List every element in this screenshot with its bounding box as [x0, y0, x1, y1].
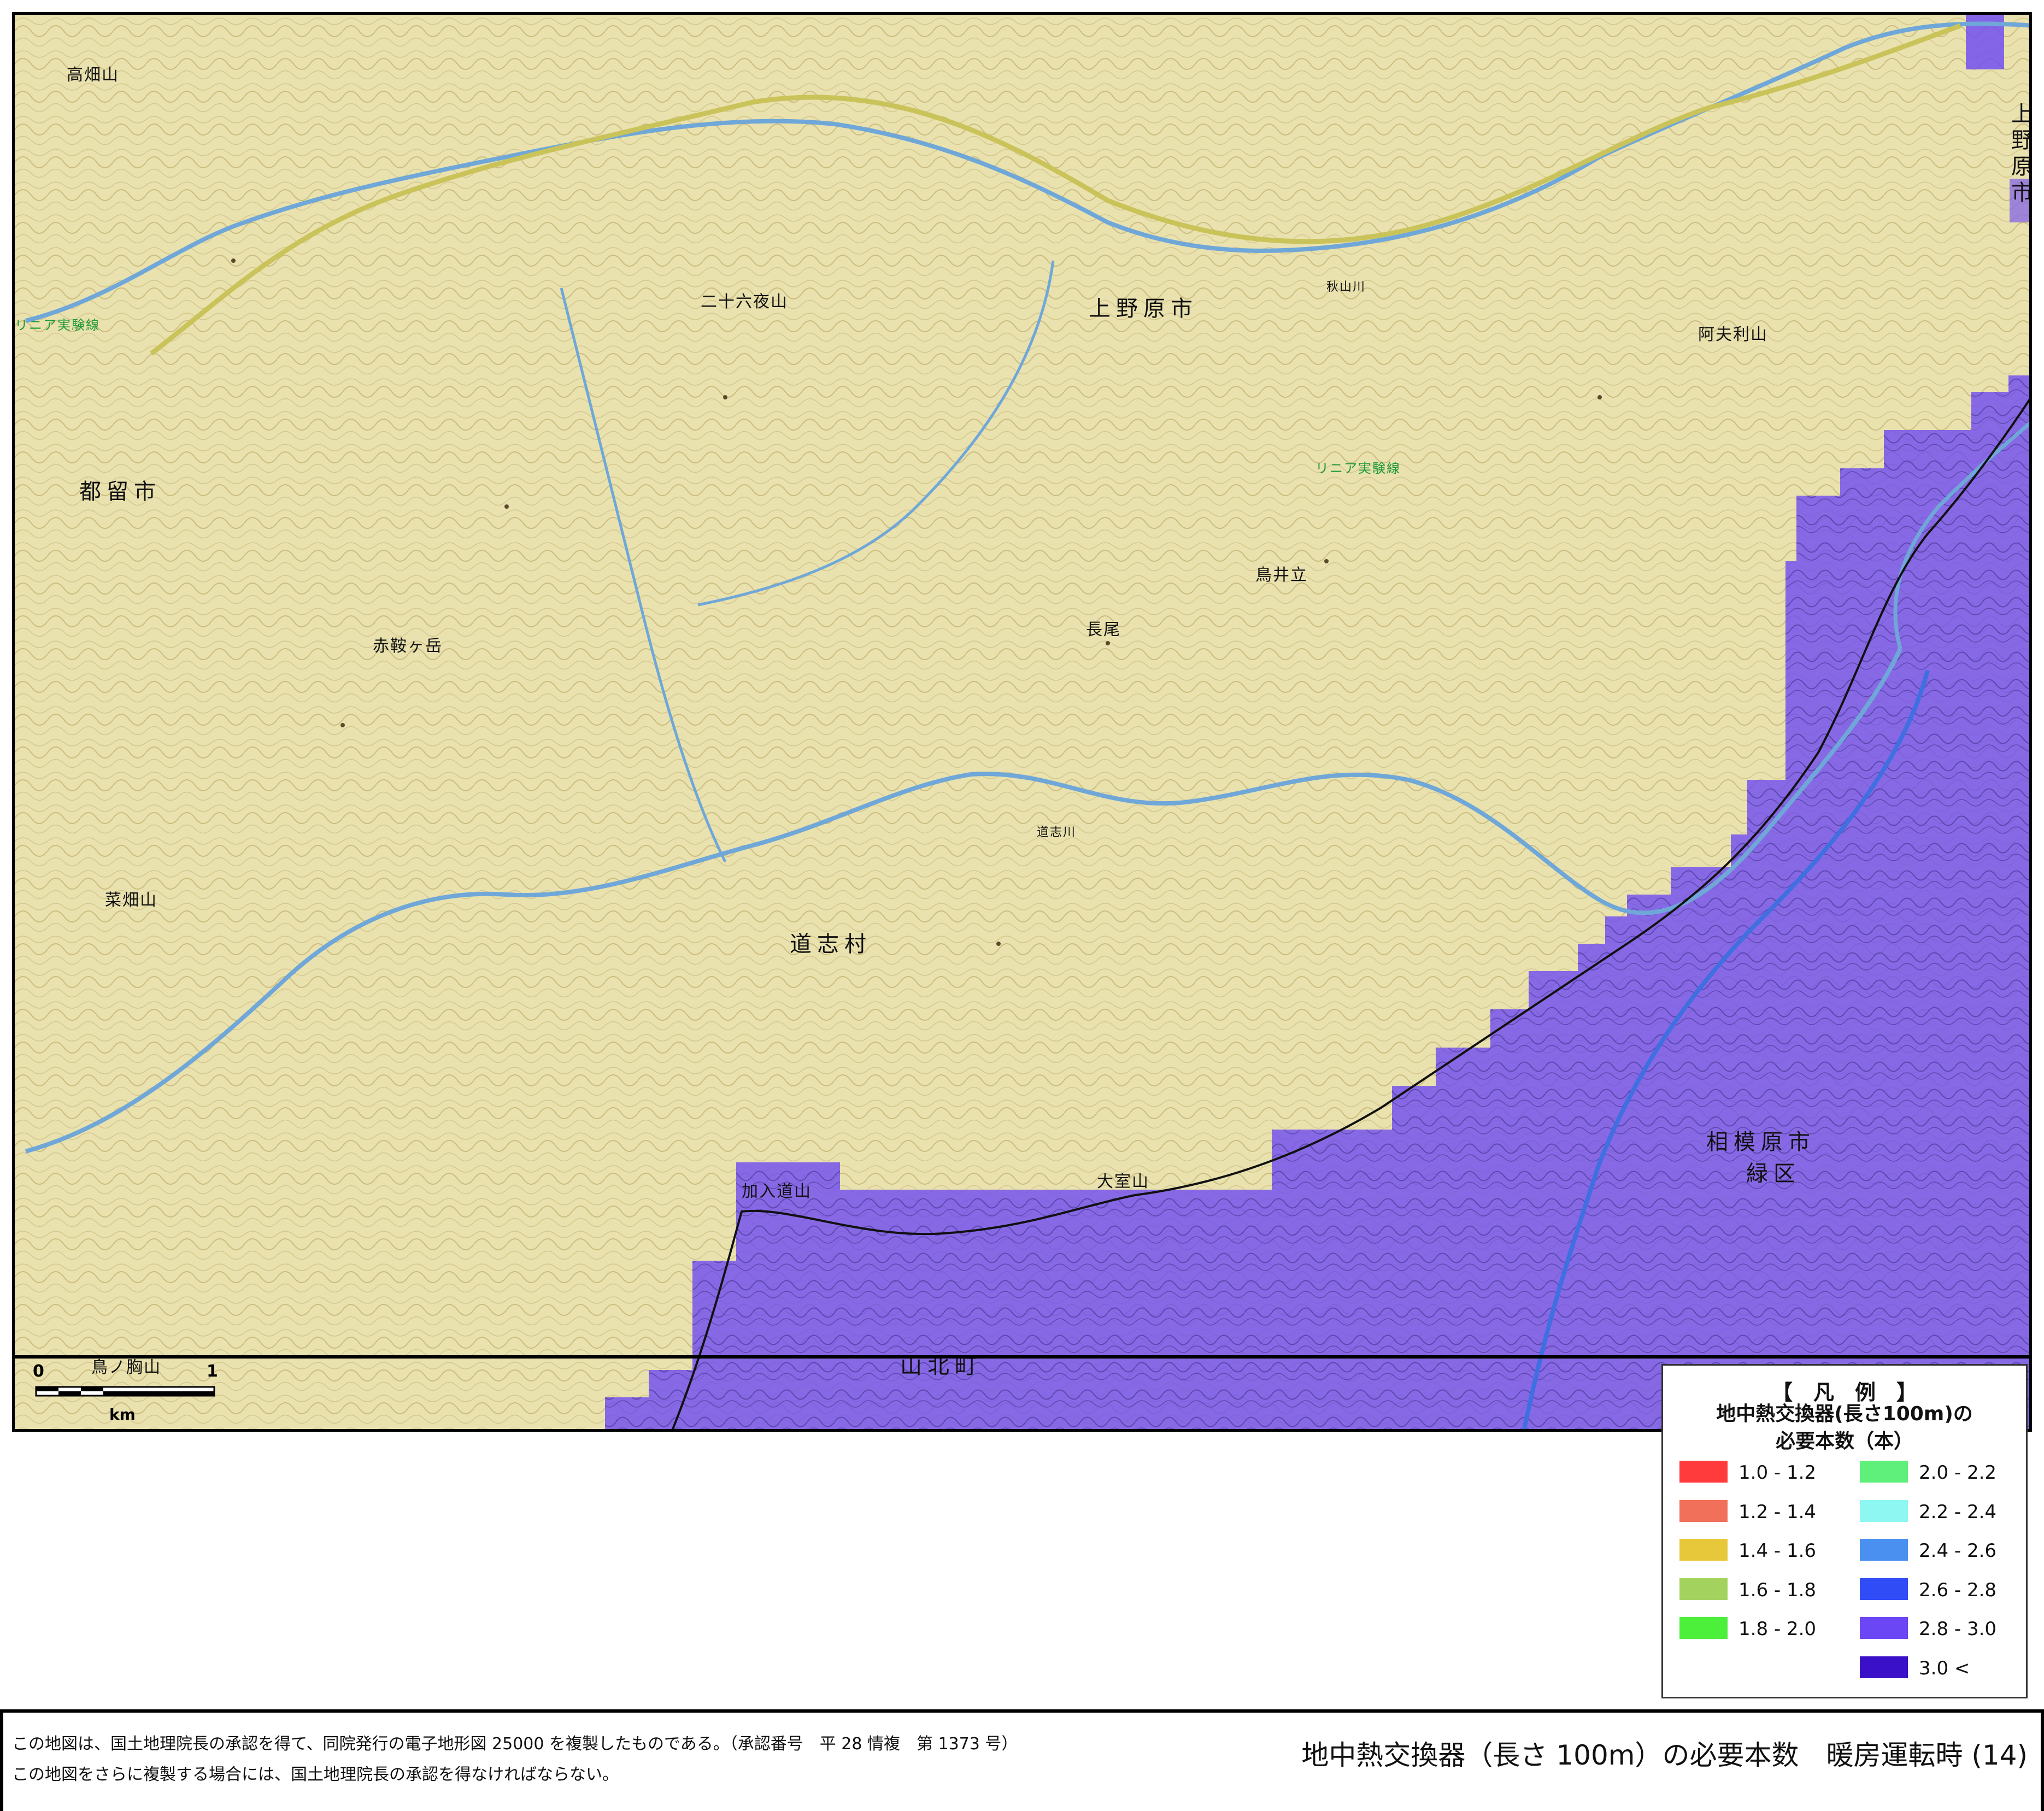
- footer-note-1: この地図は、国土地理院長の承認を得て、同院発行の電子地形図 25000 を複製し…: [12, 1734, 1018, 1754]
- legend-swatch: [1860, 1500, 1908, 1522]
- place-doshi: 道志村: [790, 932, 872, 957]
- legend-swatch: [1679, 1539, 1728, 1561]
- legend-label: 2.2 - 2.4: [1919, 1501, 1997, 1523]
- legend-swatch: [1679, 1617, 1728, 1639]
- footer-left-border: [0, 1709, 3, 1811]
- label-doshi-river: 道志川: [1037, 826, 1077, 839]
- mountain-nagao: 長尾: [1086, 620, 1121, 639]
- scale-unit: km: [109, 1406, 136, 1424]
- place-midori: 緑区: [1746, 1161, 1801, 1186]
- place-uenohara: 上野原市: [1089, 296, 1198, 321]
- legend-subtitle: 地中熱交換器(長さ100m)の 必要本数（本）: [1663, 1401, 2026, 1455]
- mountain-takazasu: 高畑山: [67, 66, 119, 85]
- place-yamakita: 山北町: [900, 1354, 982, 1379]
- legend-subtitle-line2: 必要本数（本）: [1775, 1430, 1913, 1453]
- scale-bar: 0 1 km: [33, 1362, 230, 1427]
- label-akiyama-river: 秋山川: [1326, 280, 1366, 294]
- legend-label: 1.8 - 2.0: [1738, 1618, 1817, 1640]
- footer-right-border: [2041, 1709, 2044, 1811]
- legend-swatch: [1679, 1578, 1728, 1600]
- mountain-nijurokuya: 二十六夜山: [701, 292, 788, 311]
- legend-swatch: [1860, 1461, 1908, 1483]
- place-uenohara-edge: 上野原市: [2007, 102, 2032, 207]
- legend-label: 1.4 - 1.6: [1738, 1540, 1817, 1562]
- mountain-omuro: 大室山: [1097, 1172, 1149, 1191]
- label-linear-west: リニア実験線: [15, 317, 100, 333]
- mountain-atsumi: 阿夫利山: [1698, 325, 1768, 344]
- legend-subtitle-line1: 地中熱交換器(長さ100m)の: [1716, 1403, 1973, 1425]
- topographic-map: [15, 15, 2029, 1429]
- mountain-kanyudo: 加入道山: [742, 1182, 812, 1201]
- legend-label: 2.4 - 2.6: [1919, 1540, 1997, 1562]
- place-sagamihara: 相模原市: [1706, 1130, 1816, 1155]
- footer-note-2: この地図をさらに複製する場合には、国土地理院長の承認を得なければならない。: [12, 1765, 619, 1784]
- mountain-nanbu: 菜畑山: [105, 891, 157, 910]
- legend-label: 2.6 - 2.8: [1919, 1579, 1997, 1601]
- legend-swatch: [1860, 1656, 1908, 1678]
- legend-label: 1.2 - 1.4: [1738, 1501, 1817, 1523]
- legend-label: 1.0 - 1.2: [1738, 1462, 1817, 1484]
- mountain-akaboshi: 赤鞍ヶ岳: [373, 637, 443, 656]
- legend-label: 2.8 - 3.0: [1919, 1618, 1997, 1640]
- legend-label: 2.0 - 2.2: [1919, 1462, 1997, 1484]
- footer-title: 地中熱交換器（長さ 100m）の必要本数 暖房運転時 (14): [1301, 1739, 2028, 1771]
- footer-rule: [0, 1709, 2044, 1713]
- scale-bar-graphic: [35, 1386, 215, 1397]
- legend-swatch: [1679, 1461, 1728, 1483]
- map-frame[interactable]: 上野原市 上野原市 都留市 道志村 相模原市 緑区 山北町 二十六夜山 赤鞍ヶ岳…: [12, 12, 2032, 1432]
- legend-swatch: [1860, 1539, 1908, 1561]
- scale-one: 1: [207, 1362, 218, 1381]
- legend-swatch: [1860, 1578, 1908, 1600]
- label-linear-east: リニア実験線: [1315, 461, 1401, 476]
- legend-swatch: [1860, 1617, 1908, 1639]
- place-tsuru: 都留市: [79, 479, 161, 504]
- scale-zero: 0: [33, 1362, 44, 1381]
- legend-label: 3.0 <: [1919, 1657, 1970, 1679]
- map-bottom-rule: [12, 1355, 2032, 1359]
- legend: 【 凡 例 】 地中熱交換器(長さ100m)の 必要本数（本） 1.0 - 1.…: [1661, 1364, 2028, 1698]
- legend-label: 1.6 - 1.8: [1738, 1579, 1817, 1601]
- legend-swatch: [1679, 1500, 1728, 1522]
- mountain-torii: 鳥井立: [1255, 566, 1308, 585]
